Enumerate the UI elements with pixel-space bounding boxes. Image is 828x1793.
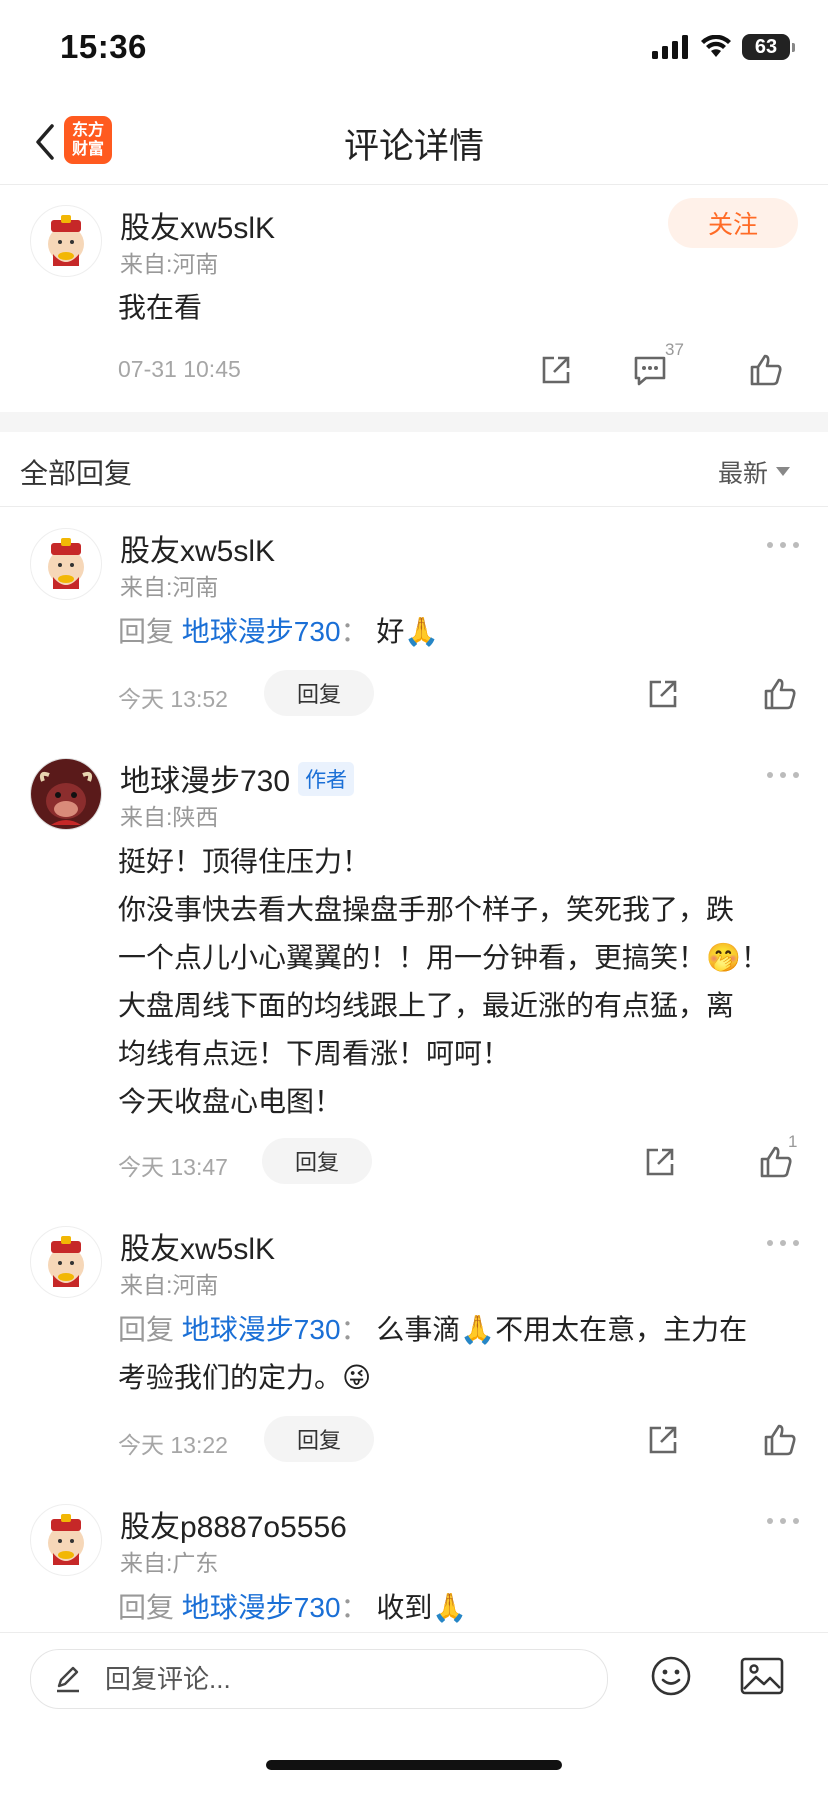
- reply-username-text[interactable]: 地球漫步730: [120, 765, 290, 798]
- nav-bar: 东方 财富 评论详情: [0, 100, 828, 185]
- reply-prefix: 回复: [118, 1592, 175, 1623]
- signal-icon: [652, 35, 688, 59]
- reply-input[interactable]: [103, 1662, 567, 1696]
- wifi-icon: [701, 35, 731, 57]
- avatar[interactable]: [30, 758, 102, 830]
- like-icon[interactable]: [762, 1422, 798, 1458]
- reply-timestamp: 今天 13:22: [118, 1432, 228, 1458]
- reply-separator: ：: [340, 616, 369, 647]
- reply-location: 来自:河南: [120, 574, 219, 600]
- status-time: 15:36: [60, 28, 147, 65]
- reply-to-link[interactable]: 地球漫步730: [182, 1592, 341, 1623]
- replies-title: 全部回复: [20, 458, 133, 489]
- image-icon[interactable]: [740, 1657, 784, 1695]
- share-icon[interactable]: [645, 1422, 681, 1458]
- reply-username: 地球漫步730 作者: [120, 756, 355, 800]
- more-icon[interactable]: [766, 540, 800, 550]
- reply-content: 么事滴🙏不用太在意，主力在: [376, 1314, 748, 1345]
- caret-down-icon: [776, 467, 790, 476]
- share-icon[interactable]: [538, 352, 574, 388]
- reply-text: 挺好！顶得住压力！ 你没事快去看大盘操盘手那个样子，笑死我了，跌 一个点儿小心翼…: [118, 838, 769, 1126]
- battery-icon: 63: [742, 34, 795, 60]
- reply-line: 均线有点远！下周看涨！呵呵！: [118, 1038, 511, 1069]
- reply-input-box[interactable]: [30, 1649, 608, 1709]
- like-icon[interactable]: [762, 676, 798, 712]
- avatar[interactable]: [30, 528, 102, 600]
- page-title: 评论详情: [343, 127, 484, 166]
- comment-icon[interactable]: [632, 352, 668, 388]
- reply-line: 挺好！顶得住压力！: [118, 846, 371, 877]
- more-icon[interactable]: [766, 1516, 800, 1526]
- reply-line: 你没事快去看大盘操盘手那个样子，笑死我了，跌: [118, 894, 735, 925]
- reply-location: 来自:河南: [120, 1272, 219, 1298]
- reply-to-link[interactable]: 地球漫步730: [182, 616, 341, 647]
- like-icon[interactable]: [748, 352, 784, 388]
- reply-content: 收到🙏: [376, 1592, 468, 1623]
- caishen-avatar-icon: [48, 215, 84, 266]
- section-divider: [0, 412, 828, 432]
- avatar[interactable]: [30, 1504, 102, 1576]
- reply-separator: ：: [340, 1592, 369, 1623]
- reply-button[interactable]: 回复: [264, 670, 374, 716]
- emoji-icon[interactable]: [650, 1655, 692, 1697]
- author-badge: 作者: [298, 762, 355, 796]
- bull-avatar-icon: [31, 759, 101, 829]
- reply-line: 今天收盘心电图！: [118, 1086, 343, 1117]
- caishen-avatar-icon: [48, 1514, 84, 1565]
- reply-content: 好🙏: [376, 616, 440, 647]
- reply-button[interactable]: 回复: [264, 1416, 374, 1462]
- reply-location: 来自:陕西: [120, 804, 219, 830]
- reply-prefix: 回复: [118, 1314, 175, 1345]
- comment-timestamp: 07-31 10:45: [118, 356, 241, 382]
- replies-header: 全部回复 最新: [0, 432, 828, 507]
- share-icon[interactable]: [642, 1144, 678, 1180]
- more-icon[interactable]: [766, 1238, 800, 1248]
- reply-line: 回复 地球漫步730： 么事滴🙏不用太在意，主力在: [118, 1306, 798, 1354]
- edit-icon: [57, 1666, 79, 1693]
- reply-username[interactable]: 股友xw5slK: [120, 1224, 275, 1268]
- sort-label: 最新: [717, 460, 768, 488]
- reply-line: 考验我们的定力。😜: [118, 1362, 372, 1393]
- reply-username[interactable]: 股友xw5slK: [120, 526, 275, 570]
- follow-button[interactable]: 关注: [668, 198, 798, 248]
- reply-text: 回复 地球漫步730： 收到🙏: [118, 1584, 467, 1632]
- reply-to-link[interactable]: 地球漫步730: [182, 1314, 341, 1345]
- comment-location: 来自:河南: [120, 251, 219, 277]
- reply-text: 回复 地球漫步730： 么事滴🙏不用太在意，主力在 考验我们的定力。😜: [118, 1306, 798, 1402]
- reply-button[interactable]: 回复: [262, 1138, 372, 1184]
- reply-username[interactable]: 股友p8887o5556: [120, 1502, 347, 1546]
- reply-text: 回复 地球漫步730： 好🙏: [118, 608, 439, 656]
- reply-line: 大盘周线下面的均线跟上了，最近涨的有点猛，离: [118, 990, 735, 1021]
- reply-timestamp: 今天 13:47: [118, 1154, 228, 1180]
- caishen-avatar-icon: [48, 538, 84, 589]
- sort-dropdown[interactable]: 最新: [718, 454, 790, 490]
- like-count: 1: [788, 1132, 798, 1151]
- reply-separator: ：: [340, 1314, 369, 1345]
- reply-location: 来自:广东: [120, 1550, 219, 1576]
- avatar[interactable]: [30, 205, 102, 277]
- comment-text: 我在看: [118, 292, 203, 323]
- comment-username[interactable]: 股友xw5slK: [120, 203, 275, 247]
- home-indicator: [266, 1760, 562, 1770]
- more-icon[interactable]: [766, 770, 800, 780]
- reply-timestamp: 今天 13:52: [118, 686, 228, 712]
- reply-prefix: 回复: [118, 616, 175, 647]
- share-icon[interactable]: [645, 676, 681, 712]
- reply-count: 37: [665, 340, 684, 359]
- avatar[interactable]: [30, 1226, 102, 1298]
- status-icons: 63: [652, 34, 795, 60]
- caishen-avatar-icon: [48, 1236, 84, 1287]
- reply-line: 一个点儿小心翼翼的！！用一分钟看，更搞笑！🤭！: [118, 942, 769, 973]
